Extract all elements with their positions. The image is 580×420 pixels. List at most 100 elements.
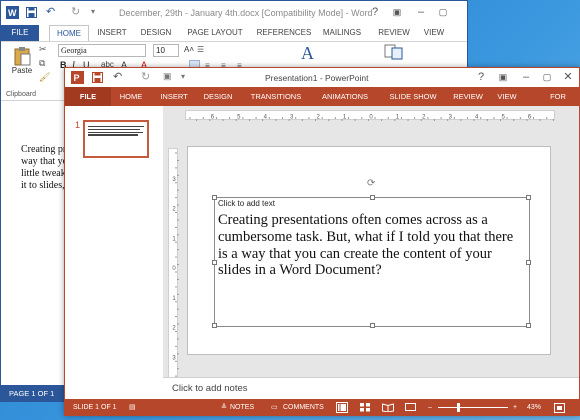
ruler-label: 5 xyxy=(501,115,505,121)
font-size-select[interactable]: 10 xyxy=(153,44,179,57)
horizontal-ruler[interactable]: 6 5 4 3 2 1 0 1 2 3 4 5 6 xyxy=(185,110,555,121)
slideshow-icon[interactable] xyxy=(405,403,416,412)
ppt-tab-format[interactable]: FOR xyxy=(543,87,573,106)
format-painter-icon[interactable]: 🖌 xyxy=(39,72,50,83)
zoom-level[interactable]: 43% xyxy=(527,399,541,415)
ppt-work-area: 1 6543210123456 3210123 ⟳ Click to add t… xyxy=(65,106,579,399)
rotate-handle-icon[interactable]: ⟳ xyxy=(367,178,375,189)
notes-pane[interactable]: Click to add notes xyxy=(163,377,579,399)
reading-view-icon[interactable] xyxy=(382,403,394,412)
ppt-maximize-icon[interactable]: ▢ xyxy=(537,69,557,85)
thumbnail-text-lines xyxy=(88,126,144,136)
ppt-tab-animations[interactable]: ANIMATIONS xyxy=(316,87,374,106)
resize-handle[interactable] xyxy=(370,195,375,200)
doc-line-3: little tweak xyxy=(21,168,66,179)
zoom-slider[interactable] xyxy=(438,403,508,412)
styles-icon[interactable]: A xyxy=(301,43,314,64)
ppt-tab-design[interactable]: DESIGN xyxy=(199,87,237,106)
bullets-icon[interactable]: ☰ xyxy=(197,45,204,54)
ppt-tab-review[interactable]: REVIEW xyxy=(449,87,487,106)
word-tab-page-layout[interactable]: PAGE LAYOUT xyxy=(186,25,244,41)
ppt-start-slideshow-icon[interactable]: ▣ xyxy=(163,71,172,82)
ppt-tab-home[interactable]: HOME xyxy=(113,87,149,106)
zoom-in-icon[interactable]: + xyxy=(513,399,517,415)
cut-icon[interactable]: ✂ xyxy=(39,44,47,55)
ppt-ribbon-tabs: FILE HOME INSERT DESIGN TRANSITIONS ANIM… xyxy=(65,87,579,106)
word-tab-home[interactable]: HOME xyxy=(49,25,89,41)
save-icon[interactable] xyxy=(26,7,37,18)
word-tab-file[interactable]: FILE xyxy=(1,25,39,41)
resize-handle[interactable] xyxy=(212,195,217,200)
ruler-label: 1 xyxy=(172,296,176,302)
ppt-tab-view[interactable]: VIEW xyxy=(493,87,521,106)
ppt-save-icon[interactable] xyxy=(92,72,103,83)
resize-handle[interactable] xyxy=(212,323,217,328)
slide-count[interactable]: SLIDE 1 OF 1 xyxy=(73,399,117,415)
ppt-titlebar: P ↶ ↻ ▣ ▾ Presentation1 - PowerPoint ? ▣… xyxy=(65,68,579,87)
ppt-tab-transitions[interactable]: TRANSITIONS xyxy=(246,87,306,106)
doc-line-2: way that yo xyxy=(21,156,68,167)
ruler-label: 4 xyxy=(264,115,268,121)
slide-body-text[interactable]: Creating presentations often comes acros… xyxy=(218,212,526,279)
clipboard-group-label: Clipboard xyxy=(6,91,36,98)
ruler-label: 5 xyxy=(237,115,241,121)
minimize-icon[interactable]: – xyxy=(411,4,431,20)
paste-button[interactable]: Paste xyxy=(7,44,37,84)
ppt-help-icon[interactable]: ? xyxy=(471,69,491,85)
word-tab-insert[interactable]: INSERT xyxy=(95,25,129,41)
ppt-qat-dropdown-icon[interactable]: ▾ xyxy=(181,72,185,81)
font-name-select[interactable]: Georgia xyxy=(58,44,146,57)
word-tab-references[interactable]: REFERENCES xyxy=(256,25,312,41)
resize-handle[interactable] xyxy=(526,323,531,328)
ribbon-options-icon[interactable]: ▣ xyxy=(387,4,407,20)
comments-button[interactable]: COMMENTS xyxy=(283,399,324,415)
slide-thumbnail[interactable] xyxy=(83,120,149,158)
fit-to-window-icon[interactable] xyxy=(554,403,565,413)
undo-icon[interactable]: ↶ xyxy=(46,5,55,18)
redo-icon[interactable]: ↻ xyxy=(71,5,80,18)
maximize-icon[interactable]: ▢ xyxy=(433,4,453,20)
ruler-label: 3 xyxy=(449,115,453,121)
svg-text:P: P xyxy=(74,73,80,83)
word-app-icon: W xyxy=(6,6,19,19)
word-tab-review[interactable]: REVIEW xyxy=(375,25,413,41)
resize-handle[interactable] xyxy=(212,260,217,265)
grow-font-icon[interactable]: A˄ xyxy=(184,45,194,54)
ppt-tab-slide-show[interactable]: SLIDE SHOW xyxy=(385,87,441,106)
copy-icon[interactable]: ⧉ xyxy=(39,58,45,69)
resize-handle[interactable] xyxy=(526,260,531,265)
zoom-slider-thumb[interactable] xyxy=(457,403,460,412)
ruler-label: 3 xyxy=(172,177,176,183)
ppt-ribbon-options-icon[interactable]: ▣ xyxy=(493,69,513,85)
ppt-status-bar: SLIDE 1 OF 1 ▤ ≜ NOTES ▭ COMMENTS – + 43… xyxy=(65,399,579,415)
help-icon[interactable]: ? xyxy=(365,4,385,20)
ruler-label: 1 xyxy=(172,236,176,242)
word-page-count[interactable]: PAGE 1 OF 1 xyxy=(9,389,54,398)
slide-thumbnail-pane: 1 xyxy=(65,106,163,399)
ruler-label: 2 xyxy=(316,115,320,121)
resize-handle[interactable] xyxy=(370,323,375,328)
ppt-tab-file[interactable]: FILE xyxy=(65,87,111,106)
ppt-close-icon[interactable]: ✕ xyxy=(558,69,578,85)
slide-sorter-icon[interactable] xyxy=(360,403,370,412)
ppt-minimize-icon[interactable]: – xyxy=(516,69,536,85)
vertical-ruler[interactable]: 3 2 1 0 1 2 3 xyxy=(168,148,179,386)
resize-handle[interactable] xyxy=(526,195,531,200)
ruler-label: 1 xyxy=(396,115,400,121)
ppt-tab-insert[interactable]: INSERT xyxy=(155,87,193,106)
qat-dropdown-icon[interactable]: ▾ xyxy=(91,7,95,16)
editing-icon[interactable] xyxy=(384,44,404,60)
notes-button[interactable]: NOTES xyxy=(230,399,254,415)
zoom-out-icon[interactable]: – xyxy=(428,399,432,415)
placeholder-label: Click to add text xyxy=(218,199,275,208)
normal-view-icon[interactable] xyxy=(336,402,348,413)
word-tab-view[interactable]: VIEW xyxy=(421,25,447,41)
ruler-label: 2 xyxy=(172,326,176,332)
word-tab-mailings[interactable]: MAILINGS xyxy=(320,25,364,41)
slide-canvas[interactable]: ⟳ Click to add text Creating presentatio… xyxy=(187,146,551,355)
content-placeholder[interactable]: Click to add text Creating presentations… xyxy=(212,195,531,328)
ppt-redo-icon[interactable]: ↻ xyxy=(141,70,150,83)
word-tab-design[interactable]: DESIGN xyxy=(139,25,173,41)
ppt-undo-icon[interactable]: ↶ xyxy=(113,70,122,83)
spellcheck-icon[interactable]: ▤ xyxy=(129,399,136,415)
